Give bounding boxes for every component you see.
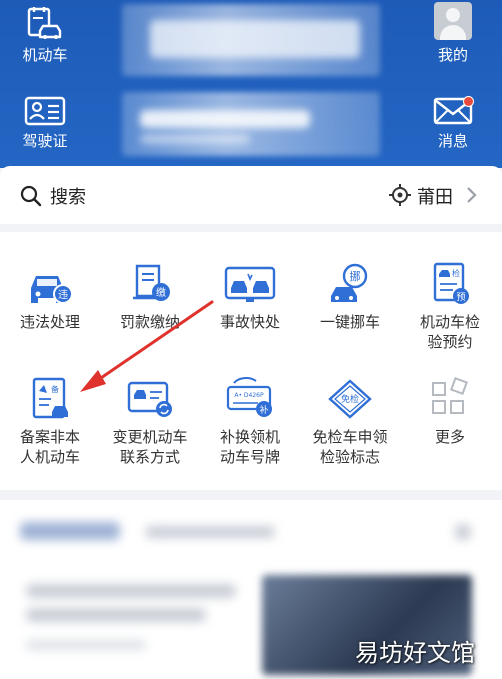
avatar bbox=[434, 2, 472, 40]
svg-text:免检: 免检 bbox=[341, 393, 359, 405]
blurred-news-header-icon bbox=[20, 522, 120, 540]
blurred-license-sub bbox=[140, 134, 250, 144]
service-register-other-vehicle[interactable]: 备 备案非本 人机动车 bbox=[0, 377, 100, 467]
svg-text:挪: 挪 bbox=[350, 269, 361, 283]
fine-scroll-icon: 缴 bbox=[133, 264, 170, 301]
blurred-license-text bbox=[140, 110, 310, 128]
service-more[interactable]: 更多 bbox=[400, 377, 500, 447]
blurred-plate-text bbox=[150, 20, 360, 58]
blurred-news-header-text bbox=[145, 526, 275, 538]
service-label: 更多 bbox=[434, 428, 465, 446]
location-target-icon bbox=[389, 184, 411, 206]
driver-license-button[interactable]: 驾驶证 bbox=[5, 96, 85, 151]
watermark-text: 易坊好文馆 bbox=[355, 639, 475, 667]
service-replace-plate[interactable]: A• D426P 补 补换领机 动车号牌 bbox=[200, 377, 300, 467]
vehicle-label: 机动车 bbox=[22, 46, 68, 64]
search-icon bbox=[20, 185, 42, 207]
messages-button[interactable]: 消息 bbox=[413, 96, 493, 151]
city-selector[interactable]: 莆田 bbox=[417, 183, 453, 209]
svg-text:补: 补 bbox=[259, 404, 268, 416]
service-label: 免检车申领 检验标志 bbox=[312, 428, 388, 466]
blurred-news-meta bbox=[26, 640, 146, 650]
service-label: 事故快处 bbox=[219, 313, 280, 331]
service-change-contact[interactable]: 变更机动车 联系方式 bbox=[100, 377, 200, 467]
messages-label: 消息 bbox=[437, 132, 468, 150]
service-label: 罚款缴纳 bbox=[119, 313, 180, 331]
service-label: 变更机动车 联系方式 bbox=[112, 428, 188, 466]
top-banner: 机动车 驾驶证 我的 消息 bbox=[0, 0, 502, 168]
service-label: 备案非本 人机动车 bbox=[19, 428, 80, 466]
search-bar[interactable]: 搜索 莆田 bbox=[0, 166, 502, 224]
exempt-inspection-icon: 免检 bbox=[328, 379, 372, 419]
service-accident[interactable]: 事故快处 bbox=[200, 262, 300, 332]
blurred-news-more[interactable] bbox=[455, 524, 471, 540]
service-label: 违法处理 bbox=[19, 313, 80, 331]
svg-text:缴: 缴 bbox=[156, 286, 166, 299]
more-grid-icon bbox=[432, 377, 468, 414]
chevron-right-icon[interactable] bbox=[466, 186, 478, 204]
vehicle-doc-icon bbox=[27, 7, 62, 39]
svg-text:检: 检 bbox=[452, 268, 460, 278]
service-label: 补换领机 动车号牌 bbox=[219, 428, 280, 466]
service-move-car[interactable]: 挪 一键挪车 bbox=[300, 262, 400, 332]
unread-dot bbox=[463, 96, 474, 107]
replace-plate-icon: A• D426P 补 bbox=[226, 377, 272, 417]
accident-cars-icon bbox=[224, 266, 276, 302]
service-label: 机动车检 验预约 bbox=[419, 313, 480, 351]
blurred-news-title-line2 bbox=[26, 608, 206, 622]
svg-text:预: 预 bbox=[456, 292, 465, 303]
car-violation-icon: 违 bbox=[31, 276, 73, 304]
service-exempt-inspection[interactable]: 免检 免检车申领 检验标志 bbox=[300, 377, 400, 467]
service-label: 一键挪车 bbox=[319, 313, 380, 331]
blurred-news-title[interactable] bbox=[26, 584, 236, 598]
svg-text:A• D426P: A• D426P bbox=[234, 392, 264, 399]
svg-text:违: 违 bbox=[58, 289, 68, 301]
service-fine-payment[interactable]: 缴 罚款缴纳 bbox=[100, 262, 200, 332]
svg-text:备: 备 bbox=[51, 384, 59, 394]
driver-license-label: 驾驶证 bbox=[22, 132, 68, 150]
change-contact-card-icon bbox=[127, 381, 172, 417]
search-placeholder: 搜索 bbox=[50, 187, 86, 208]
inspection-appointment-icon: 检 预 bbox=[433, 262, 469, 304]
service-grid: 违 违法处理 缴 罚款缴纳 事故快处 挪 一键挪车 检 预 机动车检 验预约 备… bbox=[0, 232, 502, 490]
license-card-icon bbox=[24, 96, 66, 126]
register-other-vehicle-icon: 备 bbox=[32, 377, 68, 419]
mine-label: 我的 bbox=[437, 46, 468, 64]
service-violation[interactable]: 违 违法处理 bbox=[0, 262, 100, 332]
mine-button[interactable]: 我的 bbox=[413, 2, 493, 65]
move-car-icon: 挪 bbox=[331, 263, 368, 302]
service-inspection-appointment[interactable]: 检 预 机动车检 验预约 bbox=[400, 262, 500, 352]
vehicle-button[interactable]: 机动车 bbox=[5, 6, 85, 65]
